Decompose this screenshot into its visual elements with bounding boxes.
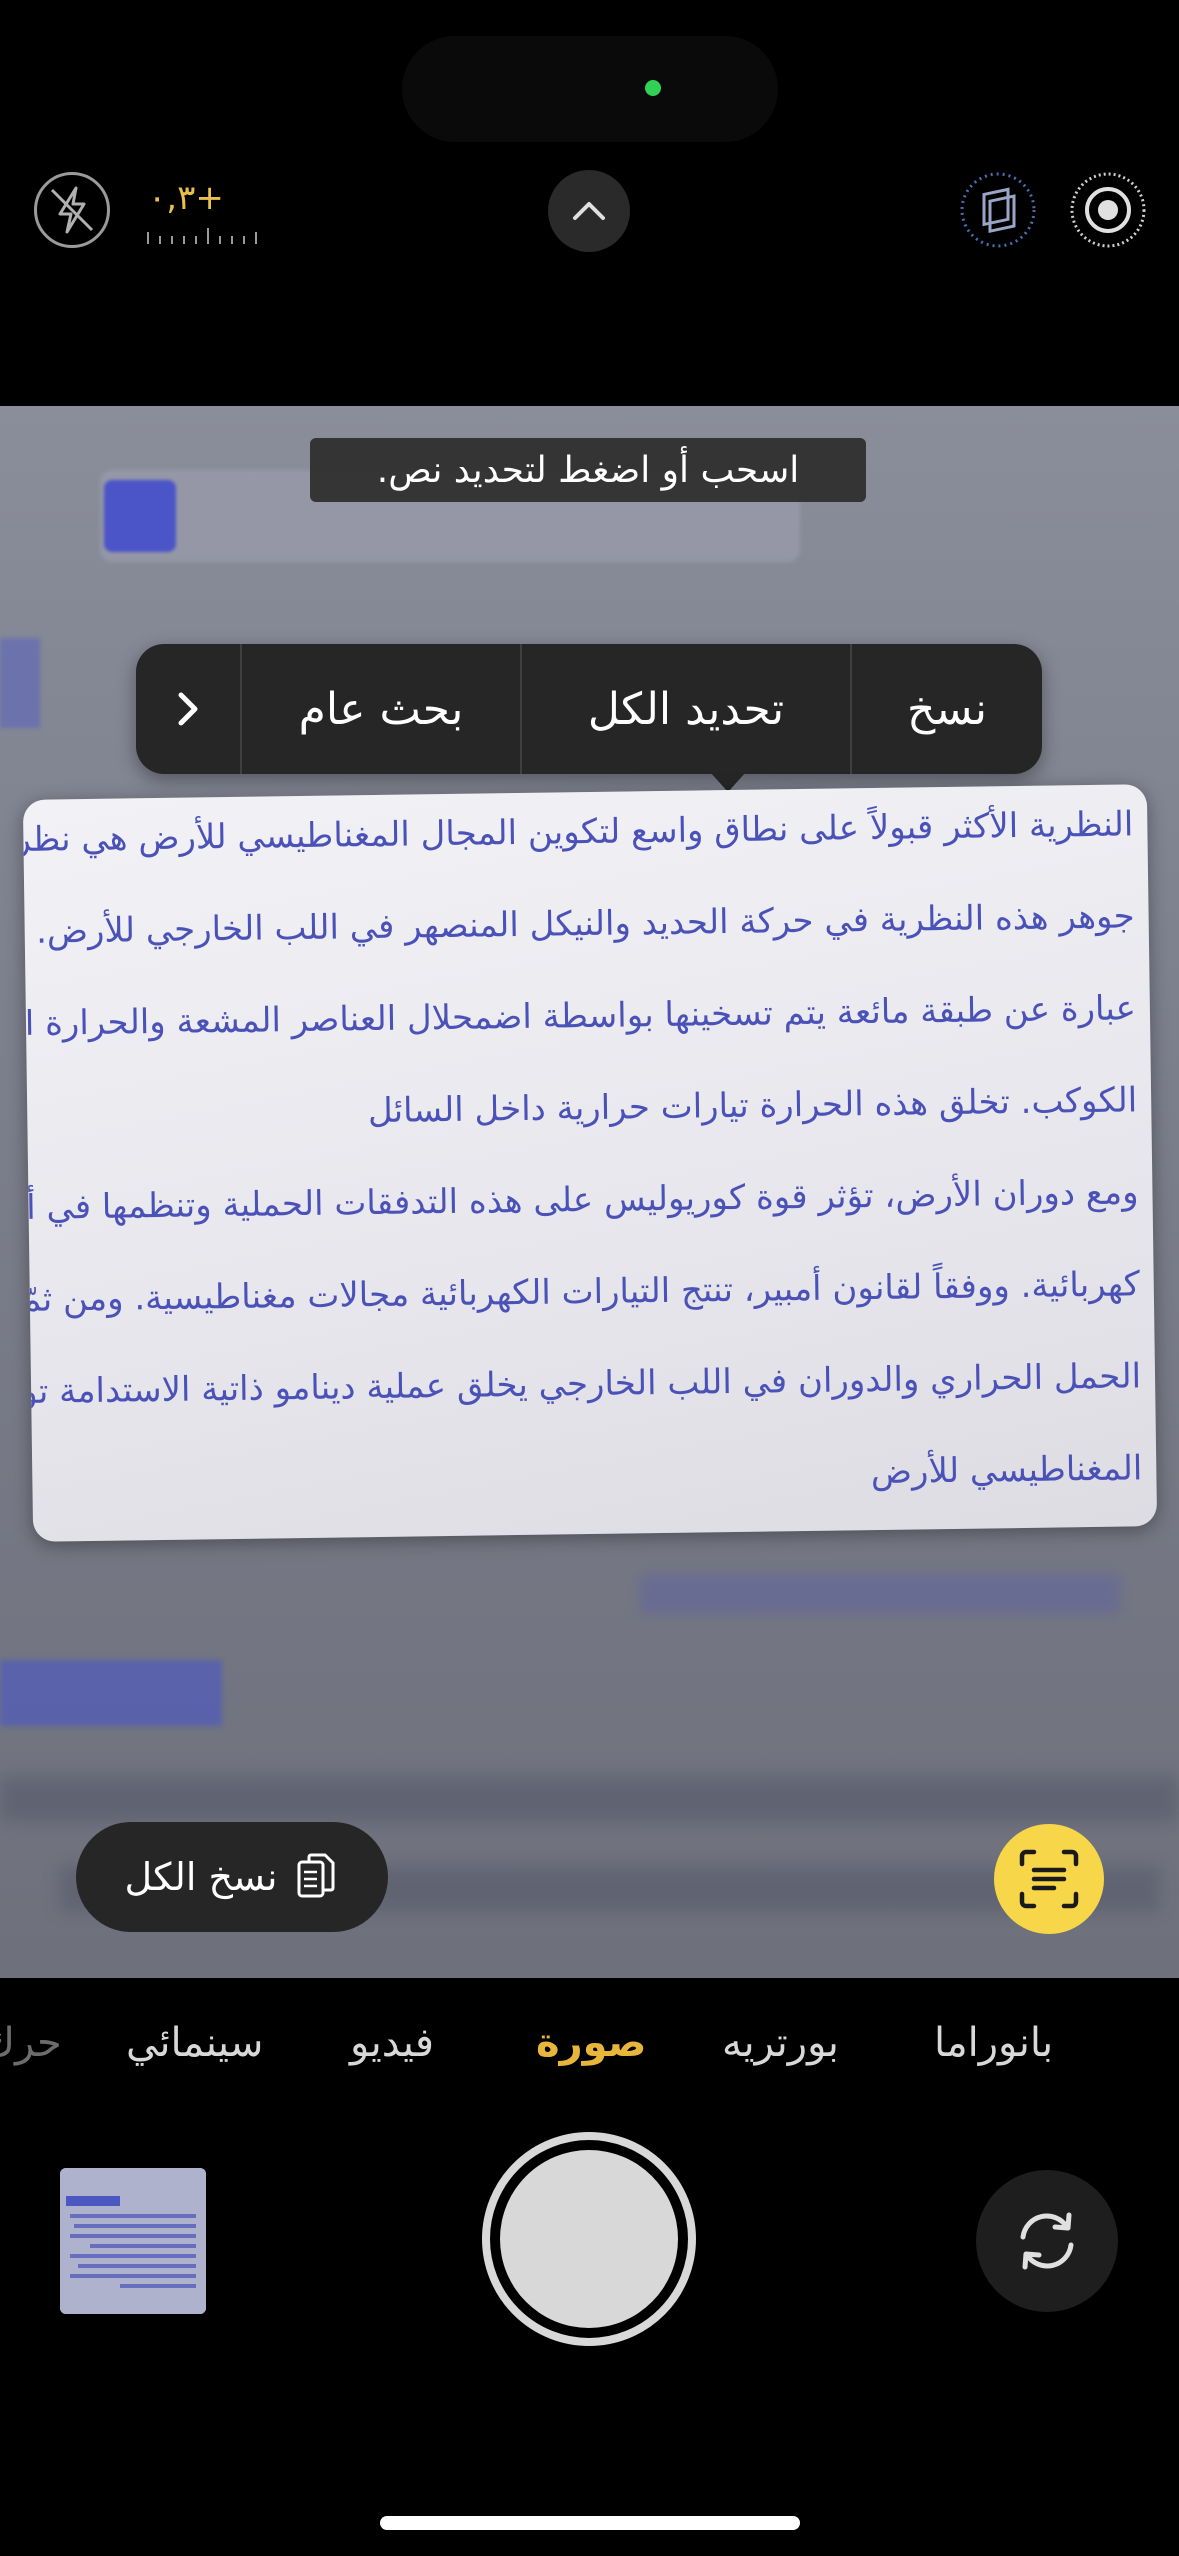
live-text-icon[interactable] [994,1824,1104,1934]
menu-copy-button[interactable]: نسخ [852,644,1042,774]
blurred-background-text [640,1574,1120,1614]
blurred-background-banner [0,1660,222,1726]
recognized-text-card[interactable]: النظرية الأكثر قبولاً على نطاق واسع لتكو… [22,784,1158,1542]
blurred-background-text [0,1776,1179,1822]
exposure-scale [147,228,257,244]
menu-look-up-button[interactable]: بحث عام [242,644,522,774]
mode-video[interactable]: فيديو [350,2020,434,2066]
blurred-background-block [0,638,40,728]
recognized-text-line[interactable]: المغناطيسي للأرض [871,1448,1143,1492]
copy-all-label: نسخ الكل [124,1855,278,1899]
dynamic-island [402,36,778,142]
menu-select-all-button[interactable]: تحديد الكل [522,644,852,774]
copy-icon [297,1853,335,1898]
mode-panorama[interactable]: بانوراما [934,2020,1053,2066]
camera-in-use-indicator [645,80,661,96]
recognized-text-line[interactable]: ومع دوران الأرض، تؤثر قوة كوريوليس على ه… [23,1172,1139,1228]
flip-camera-icon[interactable] [976,2170,1118,2312]
recognized-text-line[interactable]: كهربائية. ووفقاً لقانون أمبير، تنتج التي… [23,1264,1140,1320]
live-text-hint: اسحب أو اضغط لتحديد نص. [310,438,866,502]
mode-portrait[interactable]: بورتريه [722,2020,839,2066]
shutter-inner [500,2150,678,2328]
shutter-button[interactable] [482,2132,696,2346]
flash-off-icon[interactable] [34,172,110,248]
exposure-value: +٠,٣ [148,178,224,218]
home-indicator[interactable] [380,2516,800,2530]
chevron-up-icon[interactable] [548,170,630,252]
recognized-text-line[interactable]: الحمل الحراري والدوران في اللب الخارجي ي… [23,1356,1141,1412]
recognized-text-line[interactable]: الكوكب. تخلق هذه الحرارة تيارات حرارية د… [368,1080,1138,1131]
camera-settings-icon[interactable] [1068,170,1148,250]
mode-photo[interactable]: صورة [536,2020,646,2066]
last-photo-thumbnail[interactable] [60,2168,206,2314]
mode-slomo[interactable]: حرك [0,2020,62,2066]
recognized-text-line[interactable]: عبارة عن طبقة مائعة يتم تسخينها بواسطة ا… [23,988,1136,1044]
mode-cinematic[interactable]: سينمائي [126,2020,263,2066]
text-context-menu: بحث عام تحديد الكل نسخ [136,644,1042,792]
menu-next-button[interactable] [136,644,242,774]
copy-all-button[interactable]: نسخ الكل [76,1822,388,1932]
recognized-text-line[interactable]: جوهر هذه النظرية في حركة الحديد والنيكل … [36,896,1135,951]
chevron-right-icon [178,692,198,726]
blurred-background-tool [104,480,176,552]
recognized-text-line[interactable]: النظرية الأكثر قبولاً على نطاق واسع لتكو… [23,804,1134,860]
live-photo-icon[interactable] [958,170,1038,250]
camera-mode-selector: حرك سينمائي فيديو صورة بورتريه بانوراما [0,2020,1179,2100]
